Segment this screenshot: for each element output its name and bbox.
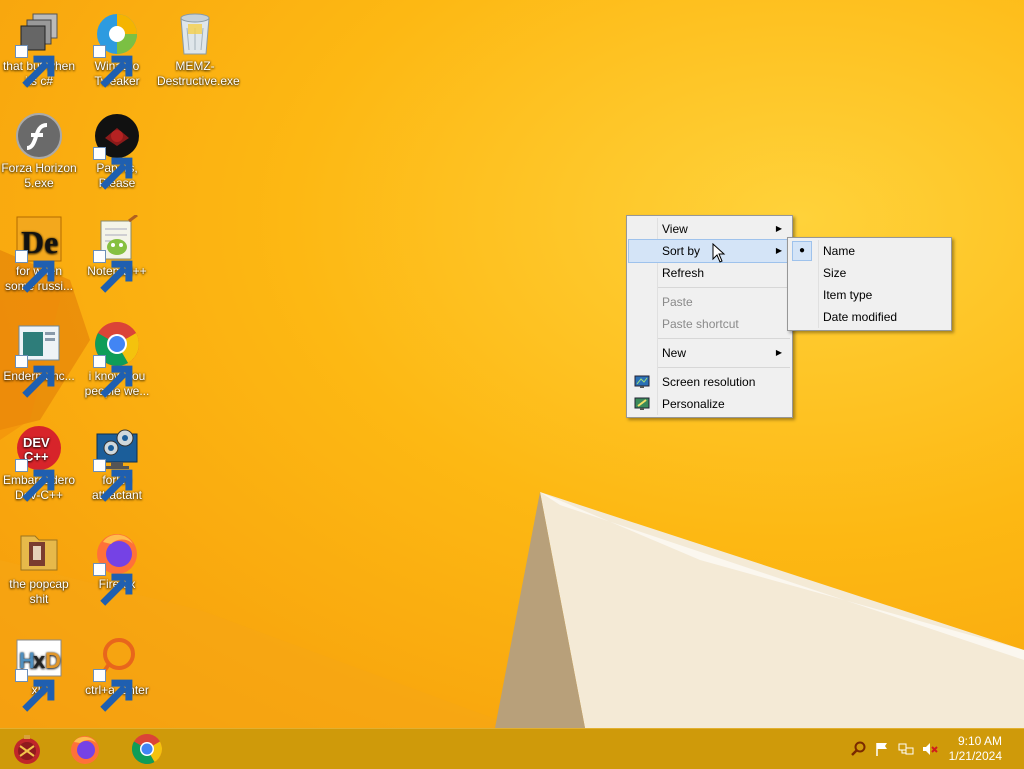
menu-separator — [657, 367, 790, 368]
sort-by-submenu: ● Name Size Item type Date modified — [787, 237, 952, 331]
winaero-icon — [93, 10, 141, 88]
shortcut-arrow-icon — [15, 669, 55, 712]
network-icon[interactable] — [898, 741, 914, 757]
papers-please-icon — [93, 112, 141, 190]
desktop-icon-label: Forza Horizon 5.exe — [1, 161, 77, 190]
monitor-icon — [634, 374, 650, 390]
monitor-gears-icon — [93, 424, 141, 502]
menu-item-new[interactable]: New ▶ — [629, 342, 790, 364]
desktop[interactable]: that but when its c# Forza Horizon 5.exe… — [0, 0, 1024, 728]
submenu-arrow-icon: ▶ — [775, 246, 782, 255]
flash-icon — [15, 112, 63, 160]
desktop-icon-embarcadero-devcpp[interactable]: DEV C++ Embarcadero Dev-C++ — [0, 424, 78, 503]
sort-option-item-type[interactable]: Item type — [790, 284, 949, 306]
desktop-icon-popcap[interactable]: the popcap shit — [0, 528, 78, 607]
menu-separator — [657, 338, 790, 339]
clock-time: 9:10 AM — [957, 734, 1002, 748]
orange-ring-icon — [93, 634, 141, 712]
notepadpp-icon — [93, 215, 141, 293]
action-center-flag-icon[interactable] — [874, 741, 890, 757]
menu-item-paste-shortcut[interactable]: Paste shortcut — [629, 313, 790, 335]
window-app-icon — [15, 320, 63, 398]
shortcut-arrow-icon — [93, 355, 133, 398]
sort-option-date-modified[interactable]: Date modified — [790, 306, 949, 328]
desktop-icon-xd[interactable]: HxD xD — [0, 634, 78, 712]
shortcut-arrow-icon — [93, 563, 133, 606]
shortcut-arrow-icon — [15, 355, 55, 398]
recycle-bin-icon — [171, 10, 219, 58]
clock[interactable]: 9:10 AM 1/21/2024 — [949, 734, 1002, 764]
desktop-icon-notepadpp[interactable]: Notepad++ — [78, 215, 156, 293]
shortcut-arrow-icon — [93, 250, 133, 293]
shortcut-arrow-icon — [93, 459, 133, 502]
firefox-icon[interactable] — [68, 732, 102, 766]
desktop-icon-that-but-when[interactable]: that but when its c# — [0, 10, 78, 89]
hxd-icon: HxD — [15, 634, 63, 712]
submenu-arrow-icon: ▶ — [775, 224, 782, 233]
shortcut-arrow-icon — [15, 459, 55, 502]
desktop-icon-label: the popcap shit — [9, 577, 69, 606]
chrome-icon[interactable] — [130, 732, 164, 766]
folder-icon — [15, 528, 63, 576]
selected-bullet-icon: ● — [799, 245, 806, 256]
window-stack-icon — [15, 10, 63, 88]
desktop-icon-winaero-tweaker[interactable]: Winaero Tweaker — [78, 10, 156, 89]
shortcut-arrow-icon — [15, 45, 55, 88]
desktop-icon-forkie-attractant[interactable]: forkie attractant — [78, 424, 156, 503]
submenu-arrow-icon: ▶ — [775, 348, 782, 357]
menu-item-personalize[interactable]: Personalize — [629, 393, 790, 415]
sort-option-name[interactable]: ● Name — [790, 240, 949, 262]
svg-text:DEV: DEV — [23, 435, 50, 450]
menu-separator — [657, 287, 790, 288]
desktop-icon-label: MEMZ-Destructive.exe — [157, 59, 240, 88]
shortcut-arrow-icon — [93, 669, 133, 712]
firefox-icon — [93, 528, 141, 606]
de-app-icon: De — [15, 215, 63, 293]
desktop-icon-papers-please[interactable]: Papers, Please — [78, 112, 156, 191]
sort-option-size[interactable]: Size — [790, 262, 949, 284]
desktop-icon-for-when-some[interactable]: De for when some russi... — [0, 215, 78, 294]
mouse-cursor-icon — [712, 243, 726, 263]
volume-muted-icon[interactable] — [922, 741, 938, 757]
shortcut-arrow-icon — [93, 45, 133, 88]
menu-item-sort-by[interactable]: Sort by ▶ — [628, 239, 791, 263]
desktop-icon-firefox[interactable]: Firefox — [78, 528, 156, 606]
desktop-icon-ctrl-a-enter[interactable]: ctrl+a, enter — [78, 634, 156, 712]
search-icon[interactable] — [850, 741, 866, 757]
devcpp-icon: DEV C++ — [15, 424, 63, 502]
desktop-icon-memz[interactable]: MEMZ-Destructive.exe — [156, 10, 240, 89]
desktop-icon-endermanc[interactable]: Endermanc... — [0, 320, 78, 398]
personalize-icon — [634, 396, 650, 412]
menu-item-refresh[interactable]: Refresh — [629, 262, 790, 284]
menu-item-screen-resolution[interactable]: Screen resolution — [629, 371, 790, 393]
shortcut-arrow-icon — [93, 147, 133, 190]
menu-item-paste[interactable]: Paste — [629, 291, 790, 313]
clock-date: 1/21/2024 — [948, 749, 1002, 763]
menu-item-view[interactable]: View ▶ — [629, 218, 790, 240]
shortcut-arrow-icon — [15, 250, 55, 293]
desktop-icon-i-know-you[interactable]: i know you people we... — [78, 320, 156, 399]
chrome-icon — [93, 320, 141, 398]
start-orb-icon[interactable] — [10, 732, 44, 766]
taskbar: 9:10 AM 1/21/2024 — [0, 728, 1024, 769]
desktop-context-menu: View ▶ Sort by ▶ Refresh Paste Paste sho… — [626, 215, 793, 418]
desktop-icon-forza-horizon[interactable]: Forza Horizon 5.exe — [0, 112, 78, 191]
